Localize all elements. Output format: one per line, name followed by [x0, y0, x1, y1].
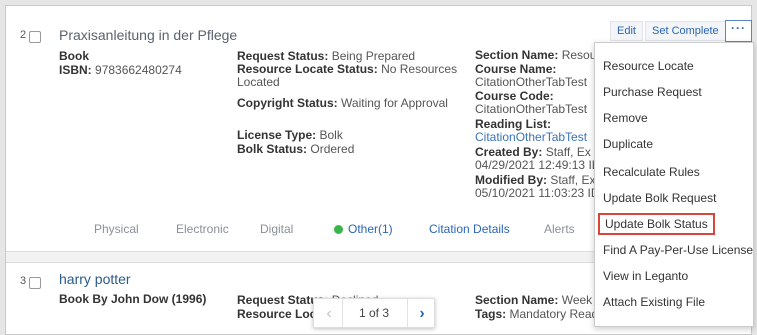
pager-divider [342, 299, 343, 327]
bolk-status-value: Ordered [310, 142, 355, 156]
modified-date: 05/10/2021 11:03:23 ID [475, 186, 600, 200]
tags-label: Tags: [475, 307, 507, 321]
menu-item-recalculate-rules[interactable]: Recalculate Rules [603, 165, 700, 179]
set-complete-button[interactable]: Set Complete [645, 21, 726, 41]
section-label: Section Name: [475, 48, 559, 62]
reading-list-link[interactable]: CitationOtherTabTest [475, 130, 587, 144]
menu-item-duplicate[interactable]: Duplicate [603, 137, 653, 151]
tab-other[interactable]: Other(1) [334, 222, 393, 236]
edit-button[interactable]: Edit [610, 21, 643, 41]
menu-item-resource-locate[interactable]: Resource Locate [603, 59, 694, 73]
next-page-icon[interactable]: › [413, 305, 431, 323]
citation-title[interactable]: harry potter [59, 271, 131, 287]
tab-digital[interactable]: Digital [260, 222, 293, 236]
license-field: License Type: Bolk [237, 128, 343, 142]
isbn-value: 9783662480274 [95, 63, 182, 77]
menu-item-find-pay-per-use-license[interactable]: Find A Pay-Per-Use License [603, 243, 753, 257]
locate-status-value-2: Located [237, 75, 280, 89]
course-code-field: Course Code: CitationOtherTabTest [475, 90, 587, 116]
isbn-label: ISBN: [59, 63, 92, 77]
page-indicator: 1 of 3 [359, 306, 390, 320]
citation-type-line: Book By John Dow (1996) [59, 292, 207, 306]
section-label: Section Name: [475, 293, 559, 307]
isbn-field: ISBN: 9783662480274 [59, 63, 182, 77]
course-code-label: Course Code: [475, 89, 554, 103]
bolk-status-field: Bolk Status: Ordered [237, 142, 354, 156]
reading-list-field: Reading List: CitationOtherTabTest [475, 118, 587, 144]
reading-list-label: Reading List: [475, 117, 552, 131]
section-info: Section Name: Resourc [475, 49, 606, 62]
locate-status-label: Resource Locate Status: [237, 62, 378, 76]
bolk-status-label: Bolk Status: [237, 142, 308, 156]
tab-citation-details[interactable]: Citation Details [429, 222, 510, 236]
status-dot-icon [334, 225, 343, 234]
locate-status-value: No Resources [381, 62, 458, 76]
prev-page-icon[interactable]: ‹ [320, 305, 338, 323]
citation-type: Book [59, 49, 89, 63]
course-code-value: CitationOtherTabTest [475, 102, 588, 116]
course-name-value: CitationOtherTabTest [475, 75, 588, 89]
copyright-label: Copyright Status: [237, 96, 338, 110]
menu-item-view-in-leganto[interactable]: View in Leganto [603, 269, 688, 283]
row-number: 2 [20, 29, 27, 41]
request-status-value: Being Prepared [331, 49, 416, 63]
tab-alerts[interactable]: Alerts [544, 222, 575, 236]
modified-by-label: Modified By: [475, 173, 547, 187]
created-date: 04/29/2021 12:49:13 ID [475, 158, 601, 172]
menu-item-purchase-request[interactable]: Purchase Request [603, 85, 702, 99]
license-value: Bolk [319, 128, 343, 142]
menu-item-update-bolk-request[interactable]: Update Bolk Request [603, 191, 716, 205]
tab-physical[interactable]: Physical [94, 222, 139, 236]
pager-divider [407, 299, 408, 327]
course-name-field: Course Name: CitationOtherTabTest [475, 63, 587, 89]
license-label: License Type: [237, 128, 317, 142]
modified-by-field: Modified By: Staff, Ex Li 05/10/2021 11:… [475, 174, 608, 200]
pagination-control: ‹ 1 of 3 › [313, 298, 435, 328]
menu-item-update-bolk-status[interactable]: Update Bolk Status [598, 213, 715, 235]
row-checkbox[interactable] [29, 277, 41, 289]
tab-electronic[interactable]: Electronic [176, 222, 229, 236]
row-number: 3 [20, 275, 27, 287]
menu-item-attach-existing-file[interactable]: Attach Existing File [603, 295, 705, 309]
menu-item-remove[interactable]: Remove [603, 111, 648, 125]
row-checkbox[interactable] [29, 31, 41, 43]
citation-title[interactable]: Praxisanleitung in der Pflege [59, 27, 237, 43]
more-actions-button[interactable]: ··· [725, 20, 752, 42]
created-by-label: Created By: [475, 145, 543, 159]
tab-other-label: Other(1) [348, 222, 393, 236]
copyright-value: Waiting for Approval [341, 96, 448, 110]
more-actions-menu: Resource Locate Purchase Request Remove … [594, 42, 754, 327]
request-status-label: Request Status: [237, 49, 329, 63]
copyright-field: Copyright Status: Waiting for Approval [237, 96, 448, 110]
request-status-field: Request Status: Being Prepared [237, 49, 415, 63]
course-name-label: Course Name: [475, 62, 557, 76]
created-by-field: Created By: Staff, Ex Lib 04/29/2021 12:… [475, 146, 610, 172]
locate-status-field: Resource Locate Status: No Resources Loc… [237, 63, 457, 89]
section-field: Section Name: Week 1 [475, 293, 602, 307]
